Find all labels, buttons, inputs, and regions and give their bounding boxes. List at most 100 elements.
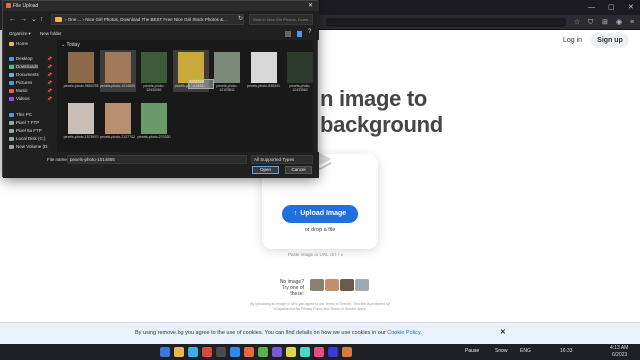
- pin-icon: 📌: [47, 96, 52, 101]
- file-name: pexels-photo-12103841: [216, 84, 238, 92]
- sidebar-item-label: New Volume (D:: [16, 144, 49, 149]
- pictures-icon: [9, 80, 14, 85]
- file-thumbnail[interactable]: pexels-photo-9653755: [63, 50, 99, 92]
- legal-fine-print: By uploading an image or URL you agree t…: [250, 302, 390, 311]
- videos-icon: [9, 96, 14, 101]
- file-thumbnail[interactable]: pexels-photo-2127742: [100, 101, 136, 143]
- extensions-icon[interactable]: ⊞: [602, 18, 608, 27]
- file-thumbnail[interactable]: pexels-photo-270330: [136, 101, 172, 143]
- up-button[interactable]: ↑: [40, 15, 44, 24]
- taskbar-app-icon[interactable]: [244, 347, 254, 357]
- cookie-close-button[interactable]: ✕: [500, 328, 506, 336]
- taskbar-app-icon[interactable]: [328, 347, 338, 357]
- file-thumbnail[interactable]: pexels-photo-12433082: [282, 50, 318, 92]
- sidebar-item-this-pc[interactable]: This PC: [9, 112, 32, 117]
- maximize-button[interactable]: ▢: [608, 3, 615, 12]
- close-window-button[interactable]: ✕: [628, 3, 634, 12]
- sidebar-item-pixel-5a-ftp[interactable]: Pixel 5a FTP: [9, 128, 42, 133]
- hero-line-2: background: [320, 112, 443, 137]
- taskbar-app-icon[interactable]: [300, 347, 310, 357]
- forward-button[interactable]: →: [20, 15, 27, 24]
- minimize-button[interactable]: —: [588, 3, 595, 12]
- media-pause-label[interactable]: Pause: [465, 348, 479, 354]
- file-thumbnail[interactable]: pexels-photo-1578970: [63, 101, 99, 143]
- sidebar-item-pictures[interactable]: Pictures: [9, 80, 32, 85]
- sidebar-item-local-disk-c[interactable]: Local Disk (C:): [9, 136, 46, 141]
- sidebar-item-videos[interactable]: Videos: [9, 96, 30, 101]
- taskbar-app-icon[interactable]: [216, 347, 226, 357]
- taskbar-app-icon[interactable]: [160, 347, 170, 357]
- language-indicator[interactable]: ENG: [520, 348, 531, 354]
- clock-date[interactable]: 6/2023: [612, 352, 627, 358]
- login-link[interactable]: Log in: [563, 37, 582, 44]
- dialog-close-button[interactable]: ✕: [308, 2, 313, 9]
- taskbar-app-icon[interactable]: [258, 347, 268, 357]
- cancel-button[interactable]: Cancel: [285, 166, 312, 174]
- image-preview: [287, 52, 313, 83]
- taskbar-app-icon[interactable]: [174, 347, 184, 357]
- sample-image[interactable]: [340, 279, 354, 291]
- sample-image[interactable]: [325, 279, 339, 291]
- new-folder-button[interactable]: New folder: [40, 31, 62, 36]
- sidebar-item-label: Desktop: [16, 56, 33, 61]
- address-bar[interactable]: [326, 18, 566, 27]
- sidebar-item-pixel-7-ftp[interactable]: Pixel 7 FTP: [9, 120, 39, 125]
- sidebar-item-music[interactable]: Music: [9, 88, 28, 93]
- pc-icon: [9, 112, 14, 117]
- star-icon[interactable]: ☆: [574, 18, 580, 27]
- image-preview: [141, 52, 167, 83]
- hero-line-1: n image to: [320, 86, 428, 111]
- sidebar-item-new-volume-d[interactable]: New Volume (D:: [9, 144, 49, 149]
- sidebar-item-label: Local Disk (C:): [16, 136, 46, 141]
- dropdown-recent-button[interactable]: ⌄: [31, 15, 37, 24]
- cookie-policy-link[interactable]: Cookie Policy.: [387, 330, 421, 336]
- open-button[interactable]: Open: [252, 166, 279, 174]
- sample-image[interactable]: [355, 279, 369, 291]
- file-thumbnail[interactable]: pexels-photo-848341: [246, 50, 282, 92]
- sample-image[interactable]: [310, 279, 324, 291]
- file-thumbnail[interactable]: pexels-photo-12430051: [136, 50, 172, 92]
- search-input[interactable]: Search Nice Girl Photos, Down...: [249, 14, 313, 25]
- address-path-bar[interactable]: › One ... › Nice Girl Photos, Download T…: [51, 14, 244, 25]
- help-icon[interactable]: ?: [308, 29, 311, 35]
- image-preview: [68, 52, 94, 83]
- taskbar-app-icon[interactable]: [202, 347, 212, 357]
- taskbar-app-icon[interactable]: [272, 347, 282, 357]
- taskbar-app-icon[interactable]: [188, 347, 198, 357]
- refresh-button[interactable]: ↻: [238, 15, 243, 24]
- taskbar-app-icon[interactable]: [286, 347, 296, 357]
- taskbar-app-icon[interactable]: [230, 347, 240, 357]
- shield-icon[interactable]: ⛉: [588, 18, 593, 27]
- preview-pane-icon[interactable]: [297, 31, 302, 37]
- file-name: pexels-photo-9653755: [63, 84, 99, 88]
- file-type-select[interactable]: All Supported Types: [251, 155, 313, 164]
- view-options-icon[interactable]: [285, 31, 291, 37]
- sidebar-item-label: Pixel 5a FTP: [16, 128, 42, 133]
- signup-button[interactable]: Sign up: [591, 33, 629, 48]
- sidebar-item-label: Music: [16, 88, 28, 93]
- upload-image-button[interactable]: ↑ Upload Image: [282, 205, 358, 223]
- file-list-pane: ⌄ Today pexels-photo-9653755 pexels-photo…: [57, 40, 313, 152]
- clock-time[interactable]: 4:13 AM: [610, 345, 628, 351]
- organize-menu[interactable]: Organize ▾: [9, 31, 31, 37]
- sidebar-item-downloads[interactable]: Downloads: [9, 64, 39, 69]
- group-header-today[interactable]: ⌄ Today: [61, 42, 80, 48]
- taskbar-app-icon[interactable]: [342, 347, 352, 357]
- back-button[interactable]: ←: [9, 15, 16, 24]
- dialog-title-bar[interactable]: File Upload ✕: [3, 1, 319, 11]
- taskbar-app-icon[interactable]: [314, 347, 324, 357]
- file-thumbnail[interactable]: pexels-photo-1014855: [99, 50, 136, 92]
- file-name-field[interactable]: pexels-photo-1014855: [67, 155, 247, 164]
- sidebar-item-documents[interactable]: Documents: [9, 72, 39, 77]
- image-preview: [141, 103, 167, 134]
- menu-icon[interactable]: ≡: [630, 18, 634, 27]
- sidebar-item-desktop[interactable]: Desktop: [9, 56, 33, 61]
- account-icon[interactable]: ◉: [616, 18, 622, 27]
- sidebar-item-home[interactable]: Home: [9, 41, 28, 46]
- group-header-label: Today: [66, 42, 80, 48]
- weather-label[interactable]: Snow: [495, 348, 508, 354]
- search-placeholder: Search Nice Girl Photos, Down...: [253, 17, 312, 22]
- file-thumbnail[interactable]: pexels-photo-12103841: [209, 50, 245, 92]
- pin-icon: 📌: [47, 88, 52, 93]
- drive-icon: [9, 120, 14, 125]
